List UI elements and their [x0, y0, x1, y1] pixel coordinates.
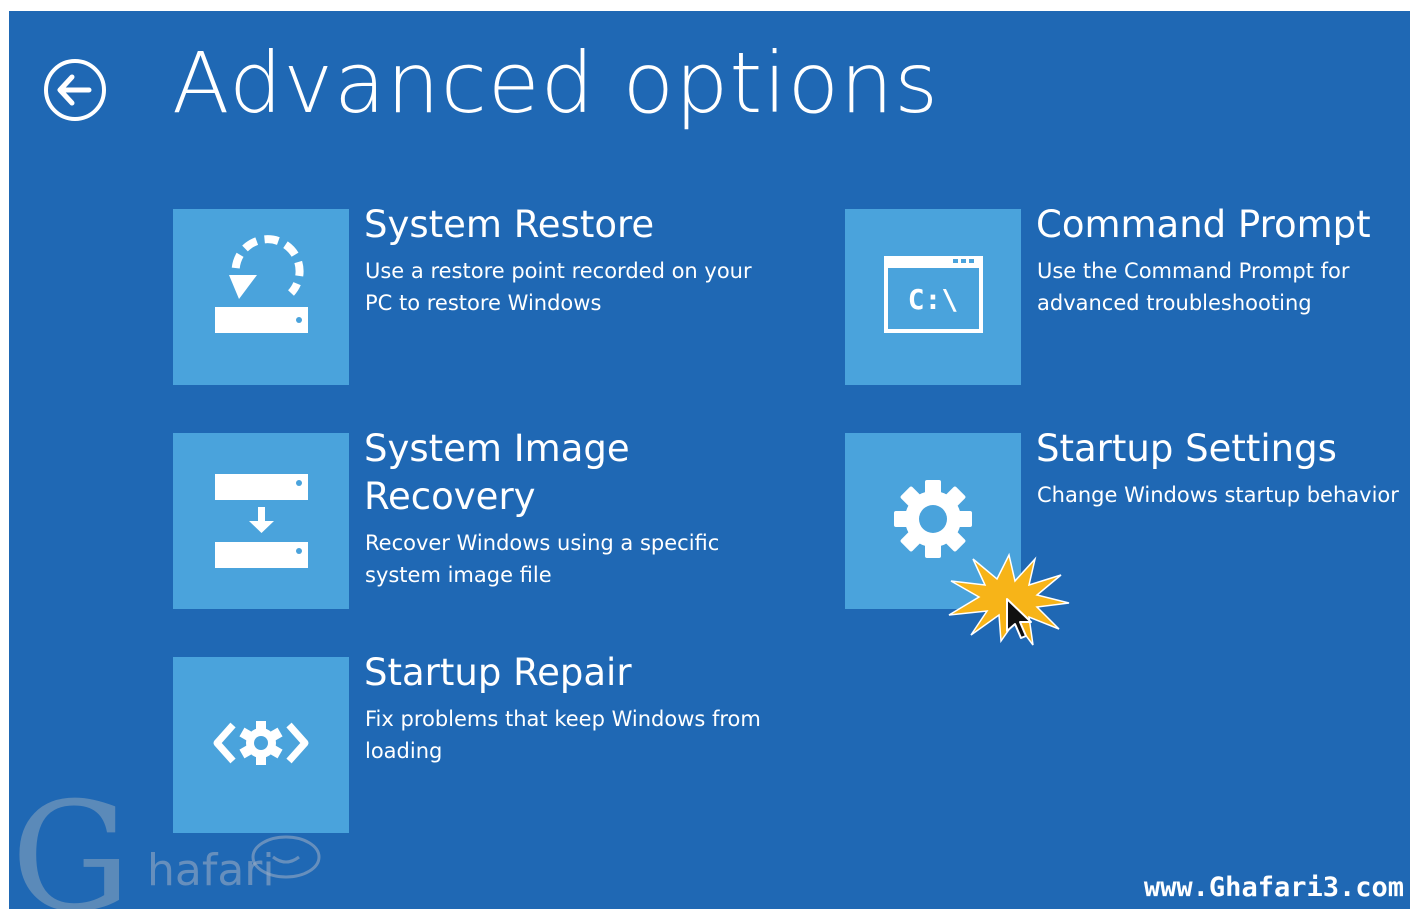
option-tile[interactable]	[173, 657, 349, 833]
option-title: System Restore	[364, 203, 655, 246]
mouse-cursor-icon	[1006, 598, 1032, 639]
page-title: Advanced options	[172, 34, 939, 132]
option-title: Startup Settings	[1036, 427, 1337, 470]
back-button[interactable]	[42, 57, 108, 123]
watermark-logo-letter: G	[11, 771, 131, 909]
startup-repair-icon	[213, 721, 309, 765]
restore-drive-icon	[215, 235, 308, 333]
option-description: Change Windows startup behavior	[1037, 483, 1399, 507]
option-description: Use the Command Prompt for advanced trou…	[1037, 259, 1350, 315]
option-tile[interactable]	[173, 433, 349, 609]
command-prompt-icon: C:\	[884, 256, 983, 333]
option-tile[interactable]: C:\	[845, 209, 1021, 385]
option-tile[interactable]	[173, 209, 349, 385]
svg-text:C:\: C:\	[908, 283, 959, 316]
image-recovery-icon	[215, 474, 308, 568]
option-title: Command Prompt	[1036, 203, 1371, 246]
option-description: Recover Windows using a specific system …	[365, 531, 720, 587]
option-title: Startup Repair	[364, 651, 632, 694]
option-description: Use a restore point recorded on your PC …	[365, 259, 752, 315]
advanced-options-screen: Advanced options System Restore Use a re…	[9, 11, 1410, 909]
watermark-url: www.Ghafari3.com	[1143, 872, 1404, 903]
option-description: Fix problems that keep Windows from load…	[365, 707, 761, 763]
watermark-smile-icon	[251, 835, 321, 879]
back-arrow-circle-icon	[44, 59, 106, 121]
option-title: System Image Recovery	[364, 427, 630, 518]
